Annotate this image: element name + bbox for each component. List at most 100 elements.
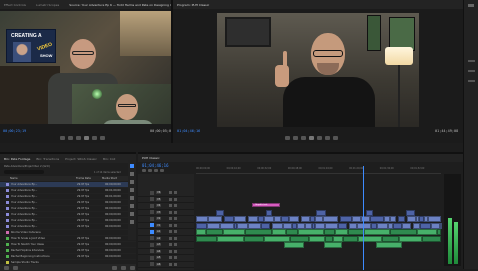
program-timecode[interactable]: 01;04;46;16	[177, 129, 200, 133]
razor-tool-icon[interactable]	[130, 188, 134, 192]
step-forward-button[interactable]	[92, 136, 97, 140]
mute-icon[interactable]	[169, 262, 173, 266]
lock-icon[interactable]	[174, 236, 178, 240]
track-lane-a5[interactable]	[196, 255, 441, 261]
video-clip[interactable]	[398, 216, 405, 222]
video-clip[interactable]	[289, 216, 299, 222]
audio-clip[interactable]	[437, 229, 441, 235]
eye-icon[interactable]	[169, 223, 173, 227]
video-clip[interactable]	[224, 216, 234, 222]
video-clip[interactable]	[340, 216, 352, 222]
timeline-timecode[interactable]: 01;04;46;16	[142, 163, 169, 168]
audio-clip[interactable]	[390, 229, 417, 235]
eye-icon[interactable]	[169, 197, 173, 201]
ripple-edit-tool-icon[interactable]	[130, 180, 134, 184]
track-target-toggle[interactable]	[150, 203, 154, 208]
track-lane-v4[interactable]: Graphic text	[196, 203, 441, 209]
program-video-frame[interactable]	[217, 13, 419, 127]
audio-clip[interactable]	[245, 229, 272, 235]
program-mark-out-button[interactable]	[293, 136, 298, 140]
track-lane-v1[interactable]	[196, 222, 442, 229]
track-lane-v6[interactable]	[196, 190, 441, 196]
audio-clip[interactable]	[206, 229, 223, 235]
selection-tool-icon[interactable]	[130, 164, 134, 168]
insert-button[interactable]	[100, 136, 105, 140]
audio-clip[interactable]	[264, 235, 290, 242]
source-video-frame[interactable]: CREATING A VIDEO SHOW	[0, 11, 171, 124]
add-marker-icon[interactable]	[154, 169, 158, 172]
audio-clip[interactable]	[324, 242, 342, 248]
lock-icon[interactable]	[174, 204, 178, 208]
audio-clip[interactable]	[196, 229, 206, 235]
program-play-button[interactable]	[309, 136, 314, 140]
video-clip[interactable]	[338, 222, 347, 229]
lock-icon[interactable]	[174, 197, 178, 201]
video-clip[interactable]	[315, 222, 325, 229]
audio-clip[interactable]	[284, 242, 304, 248]
video-clip[interactable]	[216, 209, 224, 216]
audio-clip[interactable]	[286, 229, 298, 235]
linked-selection-icon[interactable]	[148, 169, 152, 172]
mark-out-button[interactable]	[68, 136, 73, 140]
track-lane-v3[interactable]	[196, 209, 441, 216]
eye-icon[interactable]	[169, 210, 173, 214]
track-target-toggle[interactable]	[150, 190, 154, 195]
play-button[interactable]	[84, 136, 89, 140]
source-timecode[interactable]: 00;00;23;19	[3, 129, 26, 133]
video-clip[interactable]	[248, 216, 258, 222]
timeline-settings-icon[interactable]	[160, 169, 164, 172]
video-clip[interactable]	[440, 222, 442, 229]
eye-icon[interactable]	[169, 217, 173, 221]
tab-bin-pete-footage[interactable]: Bin: Pete Footage	[4, 157, 30, 161]
video-clip[interactable]	[316, 209, 326, 216]
video-clip[interactable]	[377, 222, 388, 229]
video-clip[interactable]	[207, 222, 220, 229]
audio-clip[interactable]	[376, 242, 402, 248]
track-header-a6[interactable]: A6	[138, 262, 194, 268]
audio-clip[interactable]	[290, 235, 309, 242]
video-clip[interactable]	[366, 209, 373, 216]
video-clip[interactable]	[428, 216, 441, 222]
audio-clip[interactable]	[382, 235, 399, 242]
mute-icon[interactable]	[169, 236, 173, 240]
track-lane-a4[interactable]	[196, 249, 441, 255]
column-frame-rate[interactable]: Frame Rate	[76, 177, 102, 180]
audio-clip[interactable]	[348, 229, 364, 235]
lock-icon[interactable]	[174, 217, 178, 221]
audio-clip[interactable]	[325, 235, 333, 242]
tab-bin-transitions[interactable]: Bin: Transitions	[36, 157, 59, 161]
video-clip[interactable]	[402, 222, 411, 229]
video-clip[interactable]	[283, 222, 292, 229]
playhead[interactable]	[362, 166, 364, 270]
mark-in-button[interactable]	[60, 136, 65, 140]
audio-clip[interactable]	[309, 235, 325, 242]
program-step-back-button[interactable]	[301, 136, 306, 140]
lock-icon[interactable]	[174, 230, 178, 234]
video-clip[interactable]	[352, 216, 361, 222]
eye-icon[interactable]	[169, 204, 173, 208]
step-back-button[interactable]	[76, 136, 81, 140]
video-clip[interactable]	[237, 222, 248, 229]
video-clip[interactable]	[315, 216, 323, 222]
lock-icon[interactable]	[174, 191, 178, 195]
audio-clip[interactable]	[343, 235, 358, 242]
video-clip[interactable]	[281, 216, 289, 222]
audio-clip[interactable]	[333, 235, 343, 242]
video-clip[interactable]	[393, 222, 402, 229]
audio-clip[interactable]	[335, 229, 348, 235]
hand-tool-icon[interactable]	[130, 212, 134, 216]
audio-clip[interactable]	[399, 235, 422, 242]
title-clip[interactable]: Graphic text	[252, 203, 280, 207]
audio-clip[interactable]	[324, 229, 335, 235]
video-clip[interactable]	[234, 216, 246, 222]
side-panel-icon-3[interactable]	[468, 70, 475, 72]
tab-program[interactable]: Program: PUH Classic	[177, 3, 209, 7]
lock-icon[interactable]	[174, 262, 178, 266]
audio-clip[interactable]	[244, 235, 264, 242]
audio-clip[interactable]	[196, 235, 217, 242]
audio-clip[interactable]	[422, 235, 441, 242]
track-lane-v5[interactable]	[196, 197, 441, 203]
track-lane-a6[interactable]	[196, 262, 441, 268]
track-lane-a3[interactable]	[196, 242, 441, 248]
audio-clip[interactable]	[298, 229, 324, 235]
